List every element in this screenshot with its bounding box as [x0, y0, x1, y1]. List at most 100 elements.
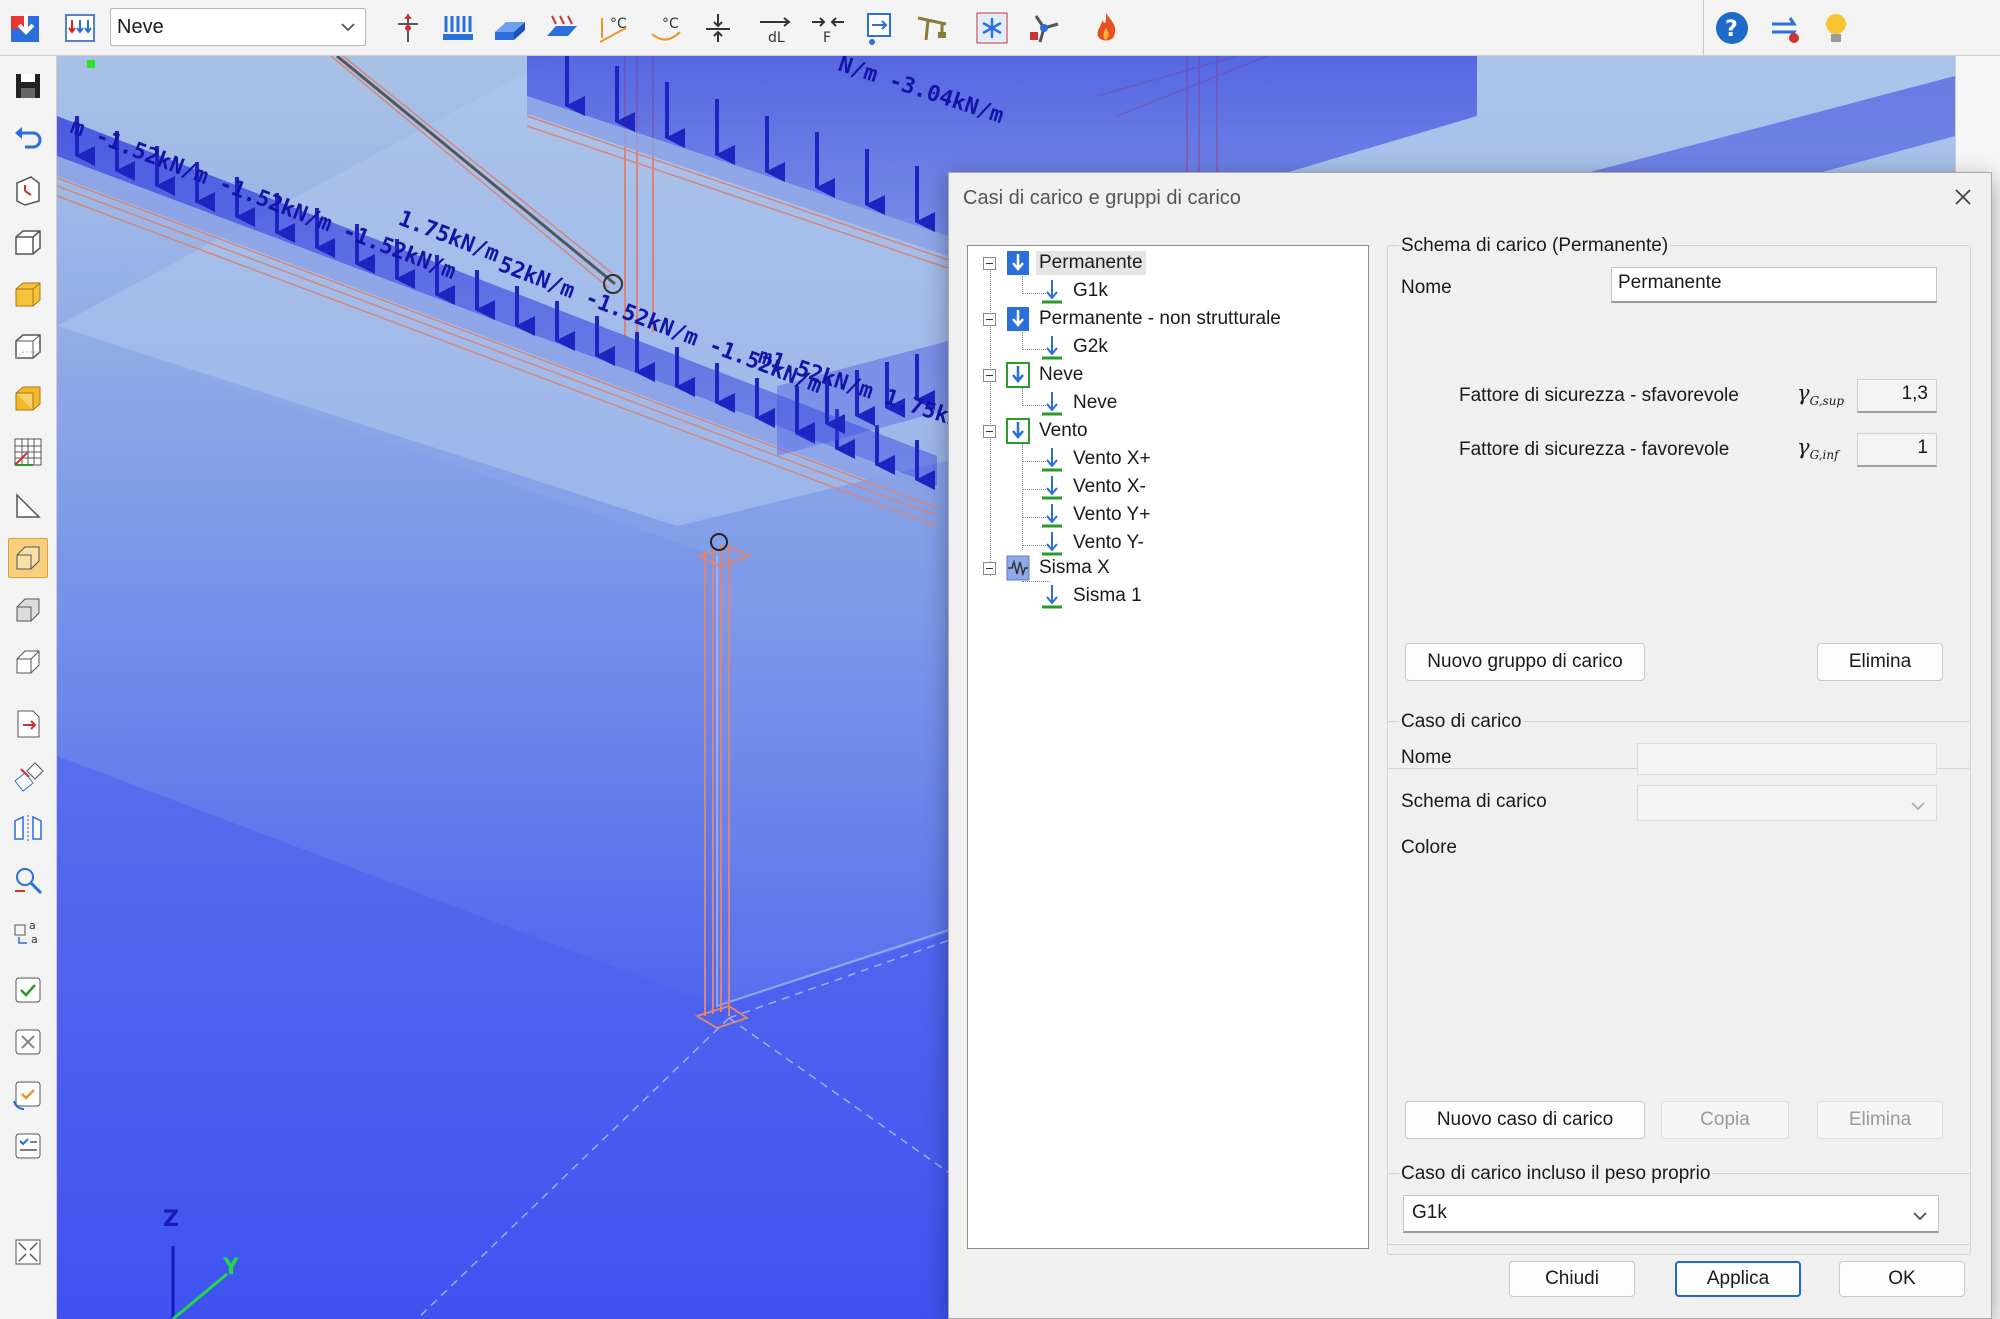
svg-text:F: F: [823, 30, 831, 46]
zoom-icon[interactable]: [8, 860, 48, 900]
grid-icon[interactable]: [8, 432, 48, 472]
case-nome-label: Nome: [1401, 747, 1452, 768]
tree-item-vento-y-minus[interactable]: Vento Y-: [1040, 530, 1147, 556]
case-nome-input[interactable]: [1637, 743, 1937, 775]
section-view-icon[interactable]: [8, 538, 48, 578]
case-schema-label: Schema di carico: [1401, 791, 1547, 812]
check-icon[interactable]: [8, 970, 48, 1010]
new-load-case-button[interactable]: Nuovo caso di carico: [1405, 1101, 1645, 1139]
load-case-icon: [1042, 280, 1062, 304]
update-icon[interactable]: [1764, 8, 1804, 48]
surface-load-icon[interactable]: [542, 8, 582, 48]
save-icon[interactable]: [8, 66, 48, 106]
fav-factor-input[interactable]: 1: [1857, 433, 1937, 467]
schema-group-title: Schema di carico (Permanente): [1399, 235, 1671, 257]
apply-button[interactable]: Applica: [1675, 1261, 1801, 1297]
tree-item-permanente-non-strutturale[interactable]: Permanente - non strutturale: [1006, 306, 1284, 332]
wireframe-view-icon[interactable]: [8, 222, 48, 262]
gamma-g-sup-symbol: γG,sup: [1797, 381, 1845, 409]
tree-connector: [1022, 581, 1050, 582]
load-groups-icon[interactable]: [60, 8, 100, 48]
load-group-green-icon: [1006, 362, 1030, 388]
tree-expander-permanente-non-strutturale[interactable]: [983, 313, 996, 326]
svg-text:a: a: [31, 933, 38, 946]
delete-case-button[interactable]: Elimina: [1817, 1101, 1943, 1139]
distributed-load-icon[interactable]: [438, 8, 478, 48]
export-icon[interactable]: [8, 704, 48, 744]
rendered-view-icon[interactable]: [8, 378, 48, 418]
delete-group-button[interactable]: Elimina: [1817, 643, 1943, 681]
checklist-icon[interactable]: [8, 1126, 48, 1166]
tree-item-label: Sisma 1: [1073, 585, 1142, 606]
tree-item-sisma-x[interactable]: Sisma X: [1006, 555, 1113, 581]
case-schema-select[interactable]: [1637, 785, 1937, 821]
load-case-icon: [1042, 476, 1062, 500]
hidden-line-view-icon[interactable]: [8, 326, 48, 366]
tree-item-vento[interactable]: Vento: [1006, 418, 1091, 444]
area-load-icon[interactable]: [490, 8, 530, 48]
load-tree[interactable]: Permanente G1k Permanente - non struttur…: [967, 245, 1369, 1249]
mirror-icon[interactable]: [8, 808, 48, 848]
check-cross-icon[interactable]: [8, 1022, 48, 1062]
schema-nome-label: Nome: [1401, 277, 1452, 298]
box-outline-icon[interactable]: [8, 642, 48, 682]
tree-item-vento-y-plus[interactable]: Vento Y+: [1040, 502, 1153, 528]
tree-expander-vento[interactable]: [983, 425, 996, 438]
coordinate-system-icon[interactable]: [8, 170, 48, 210]
tree-item-label: Sisma X: [1039, 557, 1110, 578]
load-group-blue-icon: [1007, 251, 1029, 275]
tree-item-vento-x-minus[interactable]: Vento X-: [1040, 474, 1149, 500]
tree-item-label: Vento X+: [1073, 448, 1151, 469]
undo-icon[interactable]: [8, 118, 48, 158]
load-case-icon: [1042, 336, 1062, 360]
svg-text:°C: °C: [662, 16, 679, 32]
tree-expander-permanente[interactable]: [983, 257, 996, 270]
tree-item-label: Neve: [1073, 392, 1118, 413]
tree-item-vento-x-plus[interactable]: Vento X+: [1040, 446, 1154, 472]
sfav-factor-label: Fattore di sicurezza - sfavorevole: [1459, 385, 1739, 406]
copy-case-button[interactable]: Copia: [1661, 1101, 1789, 1139]
fire-icon[interactable]: [1086, 8, 1126, 48]
wind-load-icon[interactable]: [1024, 8, 1064, 48]
fit-view-icon[interactable]: [8, 1232, 48, 1272]
ok-button[interactable]: OK: [1839, 1261, 1965, 1297]
support-settlement-icon[interactable]: [698, 8, 738, 48]
tree-expander-neve[interactable]: [983, 369, 996, 382]
rename-icon[interactable]: aa: [8, 912, 48, 952]
new-load-group-button[interactable]: Nuovo gruppo di carico: [1405, 643, 1645, 681]
temperature-load-icon[interactable]: °C: [594, 8, 634, 48]
tree-item-neve-case[interactable]: Neve: [1040, 390, 1120, 416]
temperature-gradient-icon[interactable]: °C: [646, 8, 686, 48]
load-group-combo[interactable]: Neve: [110, 8, 366, 46]
imposed-displacement-icon[interactable]: [860, 8, 900, 48]
snow-load-icon[interactable]: [972, 8, 1012, 48]
tree-item-permanente[interactable]: Permanente: [1006, 250, 1146, 276]
fav-factor-label: Fattore di sicurezza - favorevole: [1459, 439, 1730, 460]
close-icon[interactable]: [1949, 183, 1977, 211]
tree-expander-sisma-x[interactable]: [983, 562, 996, 575]
tree-item-neve[interactable]: Neve: [1006, 362, 1086, 388]
svg-text:?: ?: [1725, 17, 1738, 42]
sfav-factor-input[interactable]: 1,3: [1857, 379, 1937, 413]
transform-icon[interactable]: [8, 756, 48, 796]
schema-nome-input[interactable]: Permanente: [1611, 267, 1937, 303]
app-logo-icon[interactable]: [6, 8, 46, 48]
solid-view-icon[interactable]: [8, 274, 48, 314]
help-icon[interactable]: ?: [1712, 8, 1752, 48]
check-cycle-icon[interactable]: [8, 1074, 48, 1114]
close-button[interactable]: Chiudi: [1509, 1261, 1635, 1297]
tree-item-g2k[interactable]: G2k: [1040, 334, 1111, 360]
length-change-icon[interactable]: dL: [756, 8, 796, 48]
axis-y-label: Y: [222, 1255, 240, 1280]
move-icon[interactable]: [388, 8, 428, 48]
tip-icon[interactable]: [1816, 8, 1856, 48]
prestress-force-icon[interactable]: F: [808, 8, 848, 48]
tree-item-g1k[interactable]: G1k: [1040, 278, 1111, 304]
plane-icon[interactable]: [8, 486, 48, 526]
tree-item-sisma-1[interactable]: Sisma 1: [1040, 583, 1145, 609]
dialog-title: Casi di carico e gruppi di carico: [963, 187, 1241, 209]
box-icon[interactable]: [8, 590, 48, 630]
load-group-green-icon: [1006, 418, 1030, 444]
selfweight-case-select[interactable]: G1k: [1403, 1195, 1939, 1233]
crane-load-icon[interactable]: [912, 8, 952, 48]
